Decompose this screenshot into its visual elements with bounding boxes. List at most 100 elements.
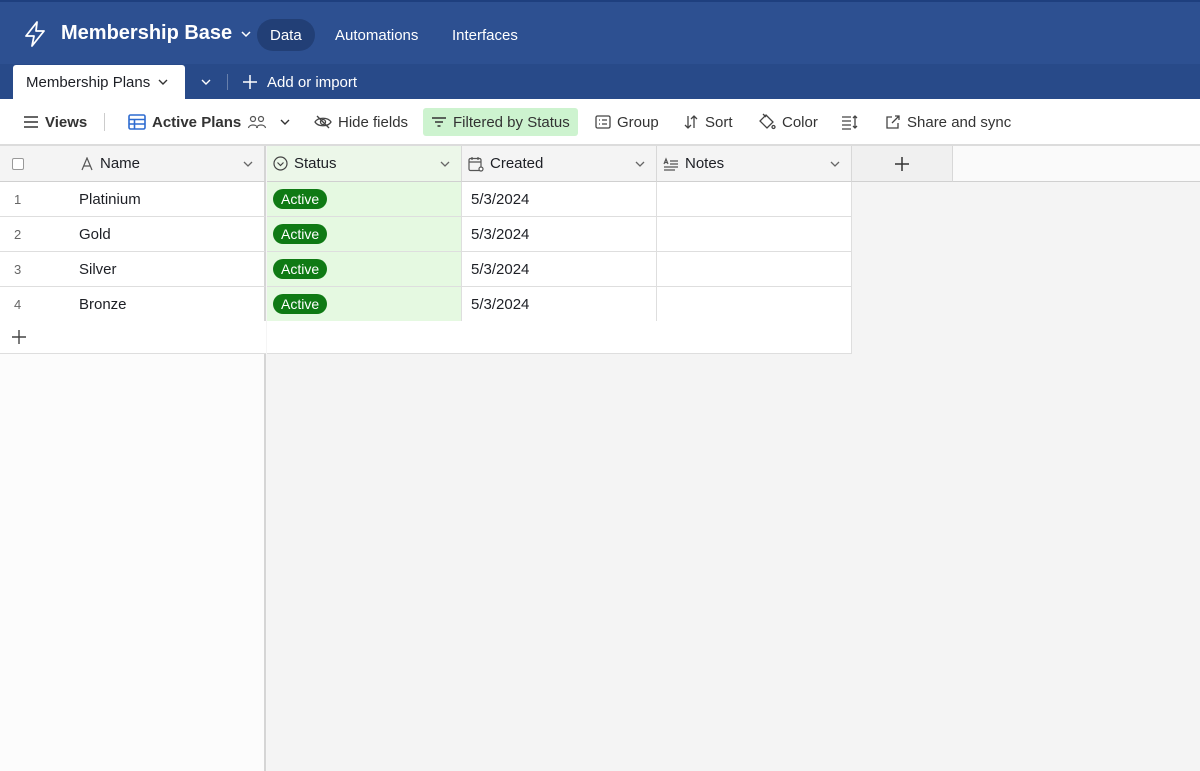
filter-button[interactable]: Filtered by Status: [423, 108, 578, 136]
chevron-down-icon: [241, 30, 251, 37]
views-label: Views: [45, 113, 88, 131]
add-field-button[interactable]: [852, 146, 953, 182]
add-record-button[interactable]: [0, 321, 266, 354]
status-badge: Active: [273, 259, 328, 279]
created-date: 5/3/2024: [471, 225, 530, 243]
hamburger-icon: [24, 116, 38, 128]
app-header: Membership Base Data Automations Interfa…: [0, 0, 1200, 64]
row-number: 3: [14, 261, 22, 277]
sort-label: Sort: [705, 113, 733, 131]
chevron-down-icon: [280, 119, 290, 125]
nav-interfaces[interactable]: Interfaces: [439, 19, 531, 51]
filter-icon: [432, 117, 446, 127]
lightning-bolt-icon[interactable]: [22, 20, 48, 48]
created-cell[interactable]: 5/3/2024: [462, 182, 657, 217]
nav-automations[interactable]: Automations: [322, 19, 431, 51]
eye-slash-icon: [314, 115, 332, 129]
view-name: Active Plans: [152, 113, 242, 131]
group-icon: [595, 115, 611, 129]
notes-cell[interactable]: [657, 287, 852, 322]
view-toolbar: Views Active Plans Hide fields Filtered …: [0, 99, 1200, 146]
filter-label: Filtered by Status: [453, 113, 570, 131]
paint-bucket-icon: [759, 113, 776, 130]
notes-cell[interactable]: [657, 252, 852, 287]
view-switcher[interactable]: Active Plans: [124, 108, 295, 136]
add-or-import-button[interactable]: Add or import: [242, 71, 357, 93]
single-select-icon: [273, 156, 288, 171]
row-height-icon: [842, 115, 858, 130]
created-date: 5/3/2024: [471, 260, 530, 278]
status-cell[interactable]: Active: [267, 252, 462, 287]
base-title: Membership Base: [61, 22, 233, 44]
table-row[interactable]: 3 Silver: [0, 252, 266, 287]
external-link-icon: [886, 115, 900, 129]
base-title-dropdown[interactable]: Membership Base: [61, 22, 252, 45]
name-cell[interactable]: Silver: [79, 261, 117, 278]
status-badge: Active: [273, 294, 328, 314]
status-cell[interactable]: Active: [267, 217, 462, 252]
column-name: Created: [490, 155, 544, 172]
add-record-row[interactable]: [267, 321, 852, 354]
share-label: Share and sync: [907, 113, 1012, 131]
notes-cell[interactable]: [657, 182, 852, 217]
plus-icon: [243, 75, 257, 89]
chevron-down-icon[interactable]: [439, 158, 451, 170]
column-header-status[interactable]: Status: [267, 146, 462, 182]
created-cell[interactable]: 5/3/2024: [462, 252, 657, 287]
chevron-down-icon[interactable]: [829, 158, 841, 170]
collaborative-view-icon: [248, 115, 267, 129]
chevron-down-icon[interactable]: [242, 158, 254, 170]
nav-data[interactable]: Data: [257, 19, 315, 51]
divider: [227, 74, 228, 90]
long-text-icon: [663, 156, 678, 171]
row-number: 2: [14, 226, 22, 242]
created-date: 5/3/2024: [471, 190, 530, 208]
status-cell[interactable]: Active: [267, 182, 462, 217]
created-cell[interactable]: 5/3/2024: [462, 217, 657, 252]
plus-icon: [12, 330, 26, 344]
select-all-checkbox[interactable]: [12, 158, 24, 170]
header-filler: [953, 146, 1200, 182]
views-button[interactable]: Views: [19, 108, 91, 136]
color-button[interactable]: Color: [754, 108, 822, 136]
name-cell[interactable]: Platinium: [79, 191, 141, 208]
add-import-label: Add or import: [267, 73, 358, 91]
sort-icon: [684, 115, 698, 129]
chevron-down-icon[interactable]: [634, 158, 646, 170]
column-header-notes[interactable]: Notes: [657, 146, 852, 182]
notes-cell[interactable]: [657, 217, 852, 252]
plus-icon: [895, 156, 909, 171]
created-cell[interactable]: 5/3/2024: [462, 287, 657, 322]
all-tables-dropdown[interactable]: [196, 72, 216, 92]
column-name: Status: [294, 155, 337, 172]
table-row[interactable]: 4 Bronze: [0, 287, 266, 322]
group-label: Group: [617, 113, 659, 131]
table-row[interactable]: 1 Platinium: [0, 182, 266, 217]
share-and-sync-button[interactable]: Share and sync: [881, 108, 1015, 136]
status-badge: Active: [273, 224, 328, 244]
hide-fields-label: Hide fields: [338, 113, 409, 131]
color-label: Color: [782, 113, 818, 131]
chevron-down-icon[interactable]: [157, 76, 169, 88]
tab-membership-plans[interactable]: Membership Plans: [13, 65, 185, 99]
tab-label: Membership Plans: [26, 73, 151, 91]
column-header-name[interactable]: Name: [0, 146, 266, 182]
text-field-icon: [81, 156, 93, 170]
status-badge: Active: [273, 189, 328, 209]
row-number: 1: [14, 191, 22, 207]
status-cell[interactable]: Active: [267, 287, 462, 322]
group-button[interactable]: Group: [591, 108, 663, 136]
row-height-button[interactable]: [837, 108, 863, 136]
created-time-icon: [468, 156, 484, 172]
column-name: Name: [100, 155, 141, 172]
column-header-created[interactable]: Created: [462, 146, 657, 182]
table-tabs-bar: Membership Plans Add or import: [0, 64, 1200, 99]
grid-view-icon: [128, 114, 146, 130]
name-cell[interactable]: Gold: [79, 226, 111, 243]
name-cell[interactable]: Bronze: [79, 296, 127, 313]
table-row[interactable]: 2 Gold: [0, 217, 266, 252]
sort-button[interactable]: Sort: [679, 108, 737, 136]
hide-fields-button[interactable]: Hide fields: [310, 108, 412, 136]
created-date: 5/3/2024: [471, 295, 530, 313]
divider: [104, 113, 105, 131]
